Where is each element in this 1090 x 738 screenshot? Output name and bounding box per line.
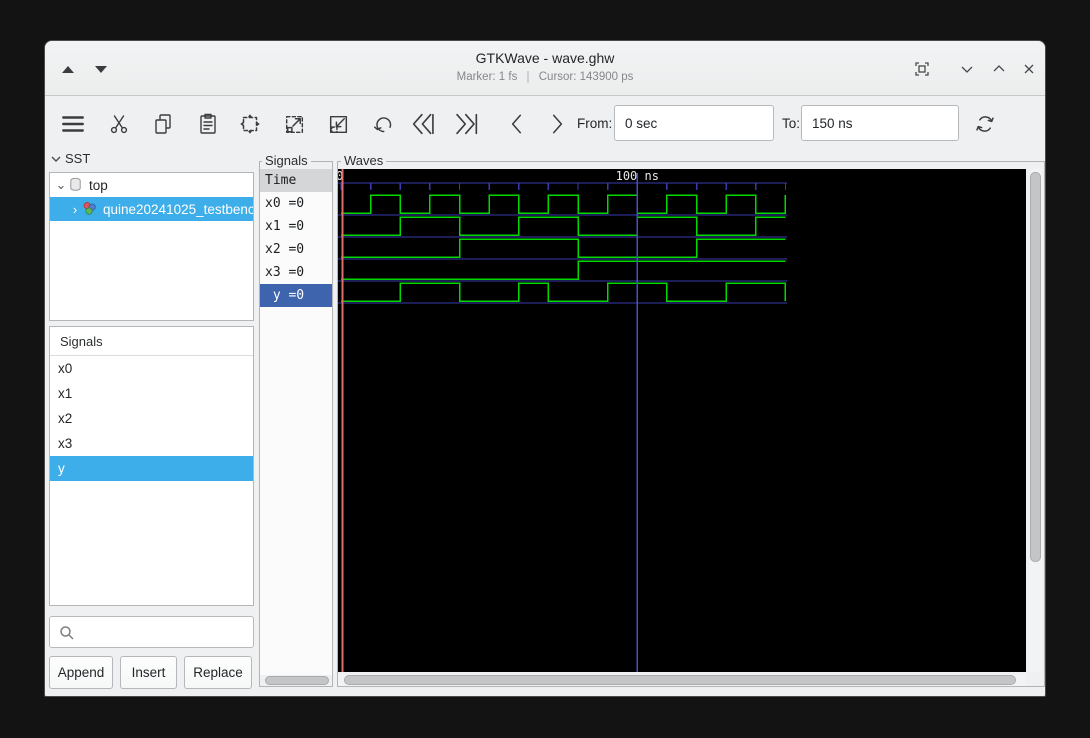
titlebar[interactable]: GTKWave - wave.ghw Marker: 1 fs | Cursor… <box>45 41 1045 96</box>
skip-forward-icon <box>456 113 478 135</box>
replace-button-label: Replace <box>193 665 243 680</box>
zoom-out-icon <box>329 115 347 133</box>
signal-list-item-y[interactable]: y <box>50 456 253 481</box>
reload-button[interactable] <box>971 110 999 138</box>
tree-item-quine20241025_testbench[interactable]: › quine20241025_testbench <box>50 197 253 221</box>
wave-name-row-x2[interactable]: x2 =0 <box>260 238 332 261</box>
step-left-button[interactable] <box>503 110 531 138</box>
keep-above-icon <box>915 62 929 76</box>
trace-x1 <box>341 216 786 236</box>
append-button[interactable]: Append <box>49 656 113 689</box>
skip-backward-icon <box>412 113 434 135</box>
wave-name-row-y[interactable]: y =0 <box>260 284 332 307</box>
sst-header[interactable]: SST <box>51 151 90 166</box>
copy-button[interactable] <box>149 110 177 138</box>
tree-item-top[interactable]: ⌄ top <box>50 173 253 197</box>
status-separator: | <box>526 71 530 83</box>
go-to-end-button[interactable] <box>453 110 481 138</box>
cut-button[interactable] <box>105 110 133 138</box>
signal-list-item-x1[interactable]: x1 <box>50 381 253 406</box>
step-right-button[interactable] <box>543 110 571 138</box>
expander-down-icon[interactable]: ⌄ <box>54 177 68 193</box>
signal-list-panel: Signals x0 x1 x2 x3 y <box>49 326 254 606</box>
maximize-button[interactable] <box>988 58 1010 80</box>
time-header[interactable]: Time <box>260 169 332 192</box>
insert-button[interactable]: Insert <box>120 656 177 689</box>
sst-tree[interactable]: ⌄ top › quine20241025_testbench <box>49 172 254 321</box>
zoom-in-button[interactable] <box>280 110 308 138</box>
paste-button[interactable] <box>194 110 222 138</box>
signal-list-header: Signals <box>50 327 253 356</box>
toolbar: From: To: <box>45 97 1045 149</box>
waves-frame-label: Waves <box>341 153 387 168</box>
sst-header-label: SST <box>65 151 91 166</box>
keep-above-button[interactable] <box>911 58 933 80</box>
wave-name-row-x0[interactable]: x0 =0 <box>260 192 332 215</box>
chevron-right-icon <box>552 114 563 134</box>
window-title: GTKWave - wave.ghw <box>475 50 615 66</box>
waveform-plot[interactable]: 0100 ns <box>338 169 1026 672</box>
name-rows: x0 =0 x1 =0 x2 =0 x3 =0 y =0 <box>260 192 332 307</box>
names-panel: Time x0 =0 x1 =0 x2 =0 x3 =0 y =0 <box>260 169 332 675</box>
hamburger-menu-icon <box>62 116 84 132</box>
search-input[interactable] <box>80 619 250 645</box>
names-hscrollbar[interactable] <box>265 676 329 685</box>
signal-list-item-x2[interactable]: x2 <box>50 406 253 431</box>
wave-name-row-x1[interactable]: x1 =0 <box>260 215 332 238</box>
zoom-fit-button[interactable] <box>236 110 264 138</box>
window-status: Marker: 1 fs | Cursor: 143900 ps <box>45 71 1045 83</box>
search-icon <box>60 626 74 640</box>
reload-icon <box>976 116 994 132</box>
cursor-status: Cursor: 143900 ps <box>538 71 634 83</box>
signal-list-item-x0[interactable]: x0 <box>50 356 253 381</box>
maximize-icon <box>993 65 1005 72</box>
signal-list: x0 x1 x2 x3 y <box>50 356 253 481</box>
trace-x2 <box>341 238 786 258</box>
from-label: From: <box>577 116 613 131</box>
zoom-out-button[interactable] <box>324 110 352 138</box>
menu-button[interactable] <box>59 110 87 138</box>
trace-x0 <box>341 194 787 214</box>
marker-status: Marker: 1 fs <box>456 71 518 83</box>
zoom-fit-icon <box>240 114 260 134</box>
minimize-icon <box>961 66 973 73</box>
insert-button-label: Insert <box>131 665 166 680</box>
module-icon <box>83 202 96 215</box>
expander-right-icon[interactable]: › <box>68 202 82 217</box>
to-input[interactable] <box>801 105 959 141</box>
tree-item-label: top <box>89 177 108 193</box>
minimize-button[interactable] <box>956 58 978 80</box>
copy-icon <box>155 114 171 134</box>
close-button[interactable] <box>1018 58 1040 80</box>
go-to-start-button[interactable] <box>409 110 437 138</box>
paste-icon <box>200 113 216 134</box>
waves-vscrollbar-track[interactable] <box>1029 169 1042 672</box>
to-label: To: <box>782 116 801 131</box>
from-input[interactable] <box>614 105 774 141</box>
append-button-label: Append <box>57 665 105 680</box>
names-frame-label: Signals <box>262 153 311 168</box>
expander-down-icon <box>51 156 61 162</box>
chevron-left-icon <box>511 114 522 134</box>
waves-hscrollbar-track[interactable] <box>338 674 1026 686</box>
close-icon <box>1024 64 1034 74</box>
wave-name-row-x3[interactable]: x3 =0 <box>260 261 332 284</box>
scissors-icon <box>110 115 128 134</box>
undo-button[interactable] <box>369 110 397 138</box>
wave-canvas[interactable]: 0100 ns <box>338 169 1026 672</box>
undo-icon <box>373 116 391 132</box>
gtkwave-window: GTKWave - wave.ghw Marker: 1 fs | Cursor… <box>44 40 1046 697</box>
waves-vscrollbar-thumb[interactable] <box>1030 172 1041 562</box>
tree-item-label: quine20241025_testbench <box>103 201 253 217</box>
waves-hscrollbar-thumb[interactable] <box>344 675 1016 685</box>
replace-button[interactable]: Replace <box>184 656 252 689</box>
trace-x3 <box>341 260 786 280</box>
trace-y <box>341 282 787 302</box>
signal-search-box[interactable] <box>49 616 254 648</box>
zoom-in-icon <box>285 115 303 133</box>
signal-list-item-x3[interactable]: x3 <box>50 431 253 456</box>
database-icon <box>70 177 81 191</box>
